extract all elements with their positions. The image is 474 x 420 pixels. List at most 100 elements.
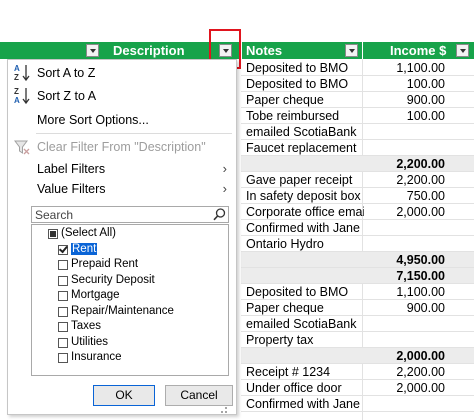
income-cell[interactable]: 100.00 (407, 77, 445, 91)
filter-checkbox[interactable] (58, 337, 68, 348)
income-cell[interactable]: 100.00 (407, 109, 445, 123)
notes-cell[interactable]: Paper cheque (246, 93, 364, 107)
table-row[interactable]: Gave paper receipt 2,200.00 (241, 172, 474, 188)
ok-button[interactable]: OK (93, 385, 155, 406)
table-row[interactable]: In safety deposit box 750.00 (241, 188, 474, 204)
notes-cell[interactable]: Corporate office emails (246, 205, 364, 219)
menu-separator (36, 133, 232, 134)
income-cell[interactable]: 2,200.00 (396, 157, 445, 171)
table-row[interactable]: Deposited to BMO 1,100.00 (241, 284, 474, 300)
notes-cell[interactable]: Tobe reimbursed (246, 109, 364, 123)
filter-list-item[interactable]: Repair/Maintenance (32, 305, 228, 320)
filter-checkbox[interactable] (58, 291, 68, 301)
table-row[interactable]: Confirmed with Jane (241, 396, 474, 412)
notes-cell[interactable]: Faucet replacement (246, 141, 364, 155)
income-filter-dropdown-button[interactable] (456, 44, 469, 57)
table-row[interactable]: emailed ScotiaBank (241, 316, 474, 332)
filter-checkbox[interactable] (58, 275, 68, 286)
income-cell[interactable]: 2,000.00 (396, 349, 445, 363)
filter-checkbox[interactable] (58, 244, 68, 255)
filter-list-item[interactable]: (Select All) (32, 227, 228, 242)
income-cell[interactable]: 2,000.00 (396, 205, 445, 219)
sort-z-to-a-item[interactable]: Z A Sort Z to A (8, 85, 236, 107)
notes-cell[interactable]: Gave paper receipt (246, 173, 364, 187)
income-cell[interactable]: 2,000.00 (396, 381, 445, 395)
filter-item-label: (Select All) (61, 227, 116, 239)
filter-checkbox[interactable] (58, 353, 68, 363)
filter-item-label: Rent (69, 241, 99, 256)
filter-list-item[interactable]: Mortgage (32, 289, 228, 304)
filter-checkbox[interactable] (58, 306, 68, 317)
filter-dropdown-button-a[interactable] (86, 44, 99, 57)
notes-filter-dropdown-button[interactable] (345, 44, 358, 57)
income-cell[interactable]: 1,100.00 (396, 61, 445, 75)
subtotal-row[interactable]: 2,200.00 (241, 156, 474, 172)
filter-checkbox[interactable] (58, 322, 68, 332)
notes-cell[interactable]: Deposited to BMO (246, 285, 364, 299)
table-row[interactable]: Under office door 2,000.00 (241, 380, 474, 396)
income-cell[interactable]: 4,950.00 (396, 253, 445, 267)
notes-cell[interactable]: Deposited to BMO (246, 61, 364, 75)
notes-cell[interactable]: emailed ScotiaBank (246, 317, 364, 331)
sort-descending-icon: Z A (13, 86, 31, 106)
subtotal-row[interactable]: 4,950.00 (241, 252, 474, 268)
filter-values-list[interactable]: (Select All) Rent Prepaid Rent Security Dep… (31, 224, 229, 376)
filter-item-label: Security Deposit (71, 273, 155, 286)
income-cell[interactable]: 900.00 (407, 301, 445, 315)
label-filters-item[interactable]: Label Filters › (8, 158, 236, 180)
table-row[interactable]: emailed ScotiaBank (241, 124, 474, 140)
filter-list-item[interactable]: Taxes (32, 320, 228, 335)
description-column-header[interactable]: Description (0, 42, 241, 59)
filter-item-label: Insurance (71, 351, 122, 363)
income-cell[interactable]: 2,200.00 (396, 365, 445, 379)
sort-a-to-z-label: Sort A to Z (37, 66, 96, 80)
table-row[interactable]: Receipt # 1234 2,200.00 (241, 364, 474, 380)
table-row[interactable]: Tobe reimbursed 100.00 (241, 108, 474, 124)
table-row[interactable]: Property tax (241, 332, 474, 348)
income-cell[interactable]: 900.00 (407, 93, 445, 107)
value-filters-label: Value Filters (37, 182, 106, 196)
subtotal-row[interactable]: 2,000.00 (241, 348, 474, 364)
notes-cell[interactable]: Confirmed with Jane (246, 221, 364, 235)
filter-checkbox[interactable] (48, 229, 58, 239)
sort-a-to-z-item[interactable]: A Z Sort A to Z (8, 62, 236, 84)
notes-cell[interactable]: Ontario Hydro (246, 237, 364, 251)
notes-cell[interactable]: Property tax (246, 333, 364, 347)
description-header-label: Description (113, 43, 185, 58)
income-cell[interactable]: 750.00 (407, 189, 445, 203)
table-row[interactable]: Deposited to BMO 1,100.00 (241, 60, 474, 76)
clear-filter-label: Clear Filter From "Description" (37, 140, 206, 154)
filter-list-item[interactable]: Utilities (32, 336, 228, 351)
notes-cell[interactable]: Under office door (246, 381, 364, 395)
table-row[interactable]: Ontario Hydro (241, 236, 474, 252)
notes-cell[interactable]: Confirmed with Jane (246, 397, 364, 411)
income-cell[interactable]: 2,200.00 (396, 173, 445, 187)
table-row[interactable]: Corporate office emails 2,000.00 (241, 204, 474, 220)
sort-z-to-a-label: Sort Z to A (37, 89, 97, 103)
notes-cell[interactable]: Paper cheque (246, 301, 364, 315)
filter-search-input[interactable]: Search (31, 206, 229, 223)
notes-cell[interactable]: emailed ScotiaBank (246, 125, 364, 139)
filter-list-item[interactable]: Prepaid Rent (32, 258, 228, 273)
table-row[interactable]: Faucet replacement (241, 140, 474, 156)
table-row[interactable]: Paper cheque 900.00 (241, 300, 474, 316)
table-row[interactable]: Confirmed with Jane (241, 220, 474, 236)
more-sort-options-item[interactable]: More Sort Options... (8, 109, 236, 131)
notes-cell[interactable]: Deposited to BMO (246, 77, 364, 91)
filter-list-item[interactable]: Insurance (32, 351, 228, 366)
table-row[interactable]: Deposited to BMO 100.00 (241, 76, 474, 92)
income-column-header[interactable]: Income $ (363, 42, 474, 59)
filter-list-item[interactable]: Rent (32, 241, 228, 258)
income-cell[interactable]: 1,100.00 (396, 285, 445, 299)
notes-cell[interactable]: In safety deposit box (246, 189, 364, 203)
value-filters-item[interactable]: Value Filters › (8, 178, 236, 200)
filter-list-item[interactable]: Security Deposit (32, 274, 228, 289)
income-cell[interactable]: 7,150.00 (396, 269, 445, 283)
table-row[interactable]: Paper cheque 900.00 (241, 92, 474, 108)
clear-filter-item: Clear Filter From "Description" (8, 136, 236, 158)
subtotal-row[interactable]: 7,150.00 (241, 268, 474, 284)
filter-checkbox[interactable] (58, 260, 68, 270)
notes-cell[interactable]: Receipt # 1234 (246, 365, 364, 379)
notes-column-header[interactable]: Notes (242, 42, 362, 59)
resize-grip-icon[interactable] (218, 403, 228, 413)
